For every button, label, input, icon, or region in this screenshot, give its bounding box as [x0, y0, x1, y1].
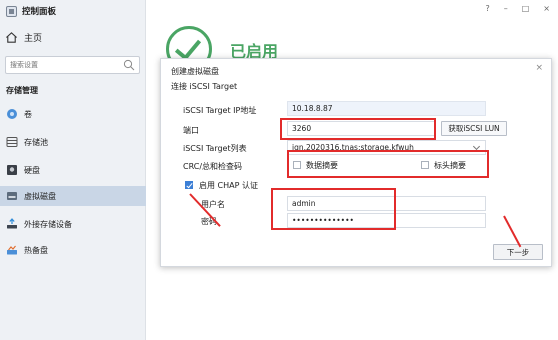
sidebar-item-label: 存储池	[24, 137, 48, 147]
header-digest-checkbox[interactable]	[421, 161, 429, 169]
dialog-subtitle: 连接 iSCSI Target	[171, 82, 238, 91]
sidebar-item-label: 卷	[24, 109, 32, 119]
crc-label: CRC/总和检查码	[183, 162, 243, 171]
chevron-down-icon	[472, 142, 481, 151]
sidebar-item-disk[interactable]: 硬盘	[0, 160, 146, 180]
chap-label: 启用 CHAP 认证	[199, 181, 258, 190]
search-box[interactable]	[5, 56, 140, 74]
password-field[interactable]	[287, 213, 486, 228]
ip-label: iSCSI Target IP地址	[183, 106, 257, 115]
sidebar-item-external-storage[interactable]: 外接存储设备	[0, 214, 146, 234]
sidebar-item-label: 主页	[24, 33, 43, 44]
sidebar: 控制面板 主页 存储管理 卷 存储池 硬盘	[0, 0, 146, 340]
sidebar-item-label: 热备盘	[24, 245, 48, 255]
port-label: 端口	[183, 126, 199, 135]
header-digest-label: 标头摘要	[434, 161, 466, 170]
target-list-select[interactable]: iqn.2020316.tnas:storage.kfwuh	[287, 140, 486, 155]
minimize-button[interactable]: –	[504, 4, 508, 13]
chap-checkbox[interactable]	[185, 181, 193, 189]
hot-spare-icon	[7, 245, 17, 255]
search-input[interactable]	[10, 61, 120, 69]
username-field[interactable]	[287, 196, 486, 211]
virtual-disk-icon	[7, 192, 17, 200]
get-iscsi-lun-button[interactable]: 获取iSCSI LUN	[441, 121, 507, 136]
maximize-button[interactable]: □	[522, 4, 530, 13]
target-list-label: iSCSI Target列表	[183, 144, 247, 153]
username-input[interactable]	[292, 199, 485, 208]
ip-field[interactable]	[287, 101, 486, 116]
dialog-close-icon[interactable]: ×	[535, 63, 543, 73]
create-virtual-disk-dialog: 创建虚拟磁盘 × 连接 iSCSI Target iSCSI Target IP…	[160, 58, 552, 267]
app-title: 控制面板	[22, 7, 57, 17]
target-list-value: iqn.2020316.tnas:storage.kfwuh	[292, 143, 414, 152]
password-input[interactable]	[292, 216, 485, 225]
search-icon[interactable]	[123, 59, 135, 71]
section-storage-management: 存储管理	[6, 86, 38, 95]
dialog-title: 创建虚拟磁盘	[171, 67, 219, 76]
external-storage-icon	[7, 218, 17, 229]
sidebar-item-label: 硬盘	[24, 165, 40, 175]
data-digest-label: 数据摘要	[306, 161, 338, 170]
sidebar-header: 控制面板	[0, 0, 146, 22]
sidebar-item-label: 虚拟磁盘	[24, 191, 56, 201]
sidebar-item-label: 外接存储设备	[24, 219, 72, 229]
home-icon	[6, 31, 17, 43]
data-digest-checkbox[interactable]	[293, 161, 301, 169]
sidebar-item-home[interactable]: 主页	[0, 26, 146, 48]
help-button[interactable]: ?	[485, 4, 489, 13]
close-button[interactable]: ×	[543, 4, 550, 13]
storage-pool-icon	[6, 137, 18, 147]
window-controls: ? – □ ×	[485, 4, 550, 13]
sidebar-item-volume[interactable]: 卷	[0, 104, 146, 124]
ip-input[interactable]	[292, 104, 485, 113]
next-button[interactable]: 下一步	[493, 244, 543, 260]
volume-icon	[7, 109, 17, 119]
disk-icon	[7, 165, 17, 175]
sidebar-item-virtual-disk[interactable]: 虚拟磁盘	[0, 186, 146, 206]
sidebar-item-storage-pool[interactable]: 存储池	[0, 132, 146, 152]
port-input[interactable]	[292, 124, 434, 133]
port-field[interactable]	[287, 121, 435, 136]
control-panel-icon	[6, 5, 17, 17]
sidebar-item-hot-spare[interactable]: 热备盘	[0, 240, 146, 260]
